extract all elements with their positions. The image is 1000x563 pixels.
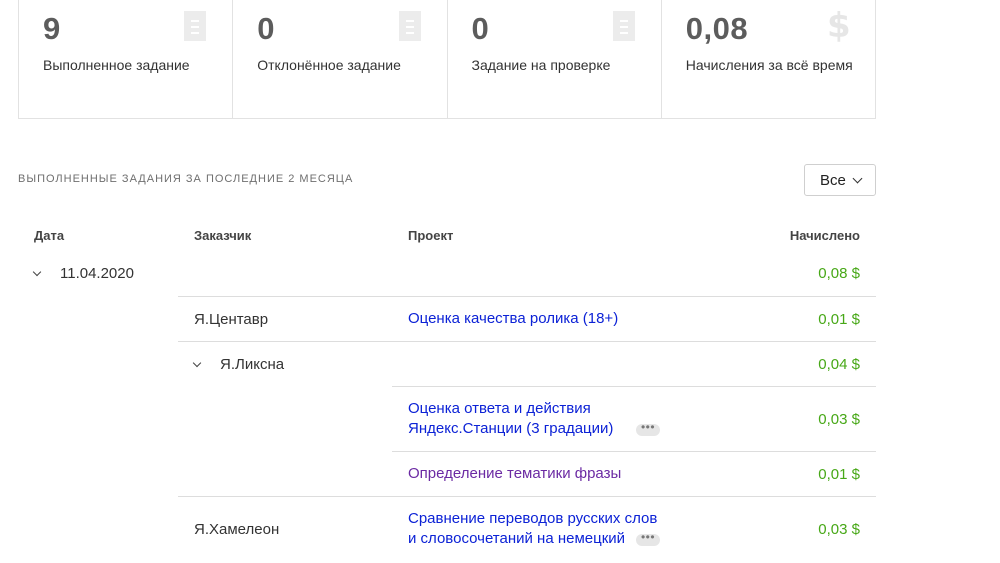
- period-filter-select[interactable]: Все: [804, 164, 876, 196]
- amount: 0,03 $: [818, 521, 860, 538]
- document-icon: [612, 11, 635, 41]
- stat-value: 0,08: [685, 11, 749, 46]
- stat-label: Начисления за всё время: [685, 57, 853, 73]
- stat-label: Выполненное задание: [43, 57, 190, 73]
- chevron-down-icon: [852, 173, 863, 183]
- project-link[interactable]: Оценка ответа и действия Яндекс.Станции …: [408, 399, 613, 439]
- amount: 0,04 $: [818, 356, 860, 373]
- row-divider: [178, 296, 876, 297]
- project-link-line: Оценка ответа и действия: [408, 400, 591, 417]
- filter-value: Все: [820, 171, 846, 189]
- stat-value: 0: [471, 11, 490, 46]
- project-link[interactable]: Оценка качества ролика (18+): [408, 309, 618, 329]
- column-header-earned: Начислено: [789, 228, 860, 243]
- customer-name: Я.Ликсна: [220, 356, 285, 373]
- stat-card-pending: 0 Задание на проверке: [448, 0, 662, 118]
- more-button[interactable]: •••: [636, 531, 660, 546]
- stat-card-earnings: 0,08 Начисления за всё время $: [662, 0, 875, 118]
- project-link-line: и словосочетаний на немецкий: [408, 530, 626, 547]
- amount: 0,01 $: [818, 466, 860, 483]
- column-header-customer: Заказчик: [194, 228, 252, 243]
- document-icon: [184, 11, 207, 41]
- row-divider: [178, 496, 876, 497]
- project-link[interactable]: Определение тематики фразы: [408, 464, 621, 484]
- column-header-project: Проект: [408, 228, 454, 243]
- column-header-date: Дата: [34, 228, 65, 243]
- stat-card-completed: 9 Выполненное задание: [19, 0, 234, 118]
- stat-card-rejected: 0 Отклонённое задание: [233, 0, 448, 118]
- stats-panel: 9 Выполненное задание 0 Отклонённое зада…: [18, 0, 876, 119]
- stat-value: 9: [43, 11, 61, 46]
- project-link-line: Яндекс.Станции (3 градации): [408, 420, 614, 437]
- amount: 0,01 $: [818, 311, 860, 328]
- customer-name: Я.Хамелеон: [194, 521, 280, 538]
- section-title: ВЫПОЛНЕННЫЕ ЗАДАНИЯ ЗА ПОСЛЕДНИЕ 2 МЕСЯЦ…: [18, 173, 354, 185]
- dollar-icon: $: [827, 6, 851, 46]
- row-divider: [392, 451, 876, 452]
- expand-toggle-date[interactable]: [32, 267, 42, 277]
- row-divider: [178, 341, 876, 342]
- stat-label: Отклонённое задание: [257, 57, 401, 73]
- amount: 0,03 $: [818, 411, 860, 428]
- amount: 0,08 $: [818, 265, 860, 282]
- customer-name: Я.Центавр: [194, 311, 269, 328]
- more-button[interactable]: •••: [636, 421, 660, 436]
- expand-toggle-customer[interactable]: [192, 358, 202, 368]
- stat-value: 0: [257, 11, 275, 46]
- date-group-label: 11.04.2020: [60, 265, 134, 282]
- project-link-line: Сравнение переводов русских слов: [408, 510, 658, 527]
- stat-label: Задание на проверке: [471, 57, 611, 73]
- document-icon: [398, 11, 421, 41]
- row-divider: [392, 386, 876, 387]
- project-link[interactable]: Сравнение переводов русских слов и слово…: [408, 509, 657, 549]
